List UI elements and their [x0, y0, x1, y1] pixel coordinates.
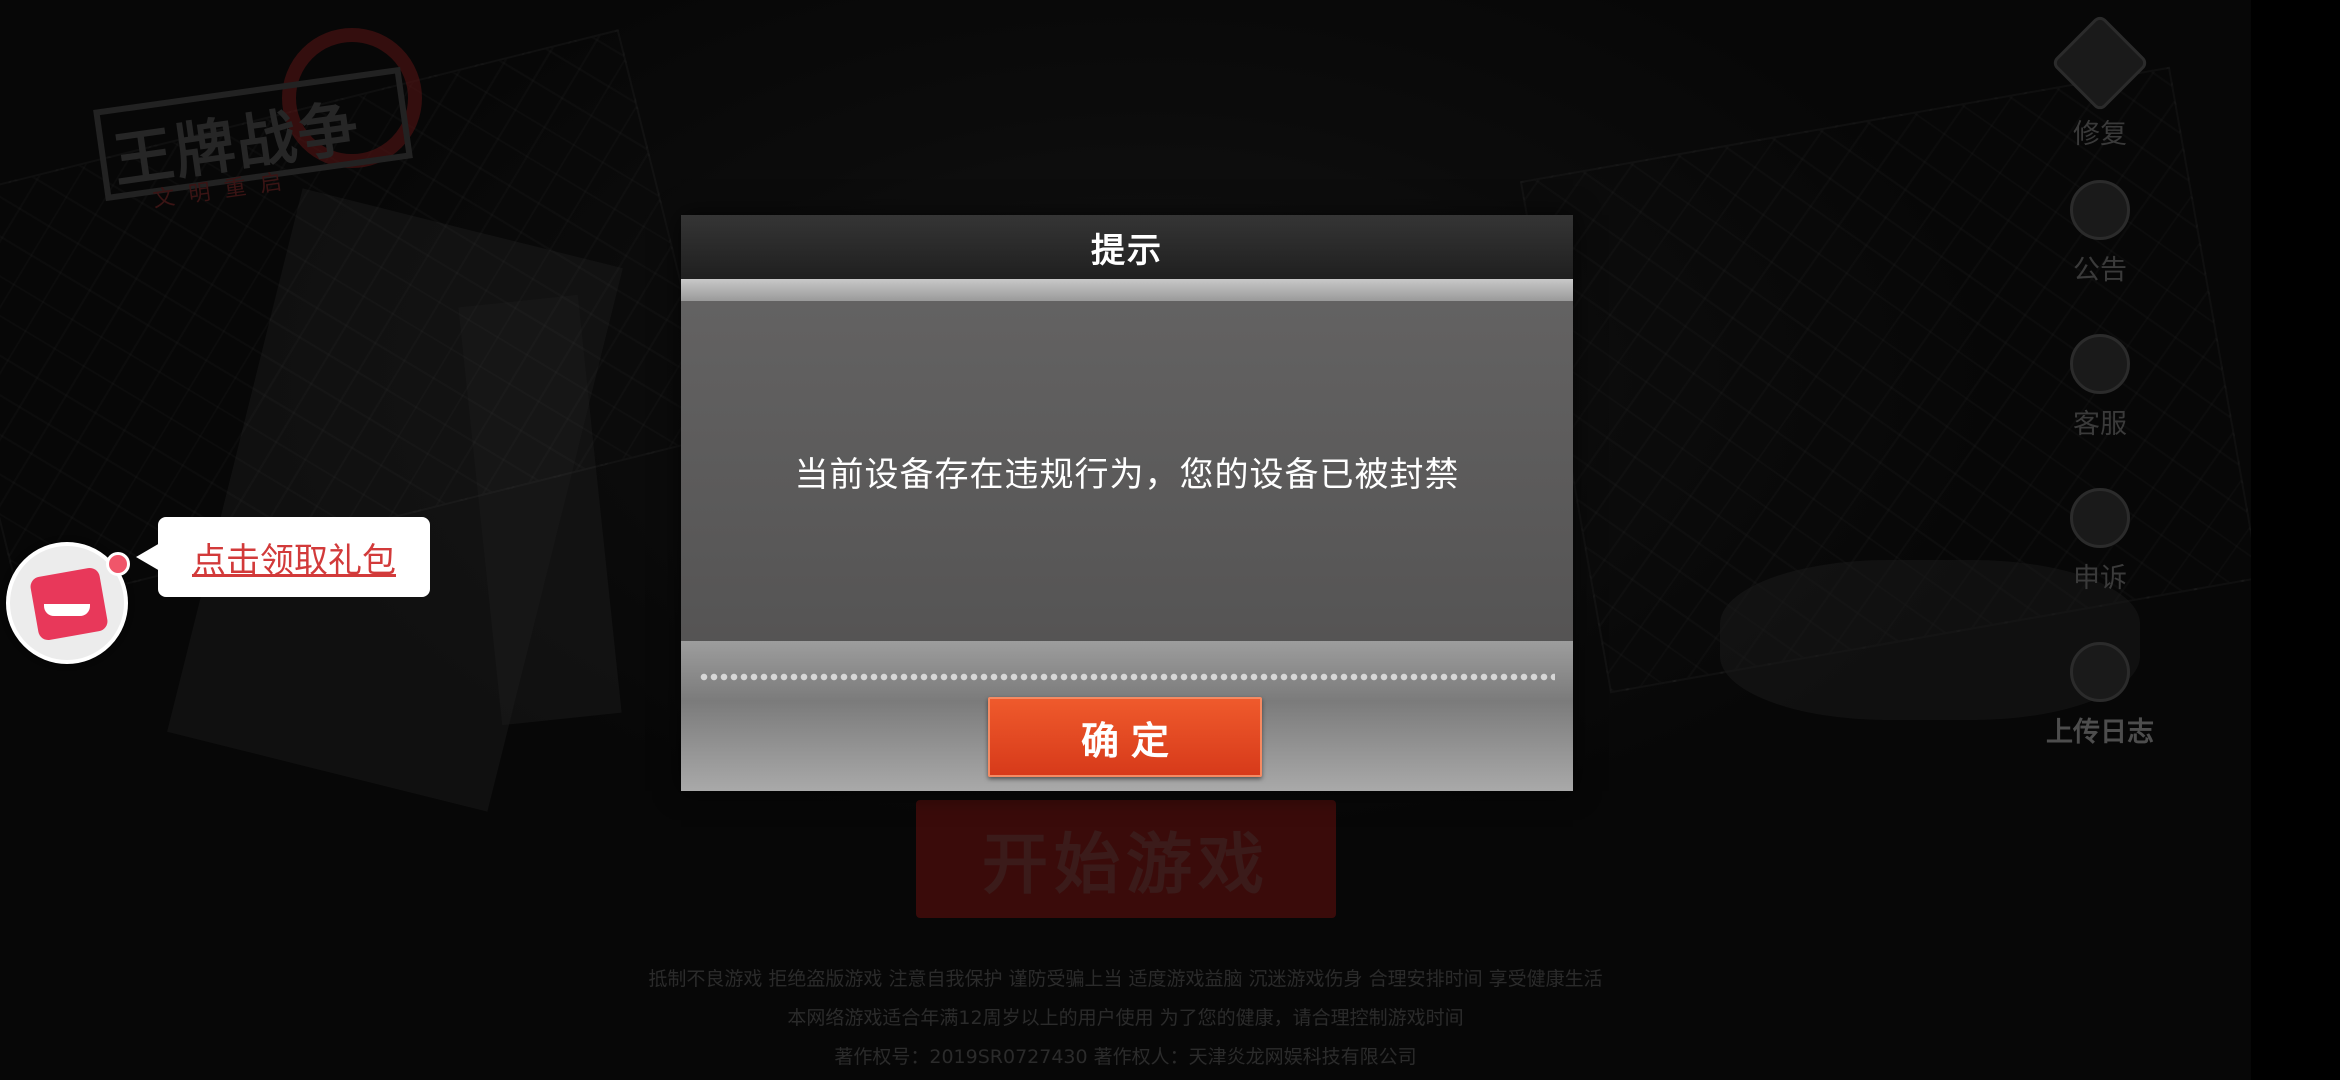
- footer-age-notice: 本网络游戏适合年满12周岁以上的用户使用 为了您的健康，请合理控制游戏时间: [787, 1007, 1464, 1029]
- gift-callout[interactable]: 点击领取礼包: [136, 517, 430, 597]
- dialog-title: 提示: [1091, 230, 1163, 271]
- notice-icon: [2070, 180, 2130, 240]
- side-label-notice: 公告: [2073, 255, 2127, 286]
- side-item-appeal[interactable]: 申诉: [2040, 488, 2160, 595]
- gift-claim-link[interactable]: 点击领取礼包: [192, 533, 396, 582]
- dotted-divider: [699, 673, 1555, 681]
- side-item-customer-service[interactable]: 客服: [2040, 334, 2160, 441]
- dialog-header: 提示: [681, 215, 1573, 279]
- gift-mascot-teeth: [44, 604, 90, 616]
- side-label-appeal: 申诉: [2073, 563, 2127, 594]
- side-label-customer-service: 客服: [2073, 409, 2127, 440]
- headset-icon: [2070, 488, 2130, 548]
- game-logo: 王牌战争 文明重启: [92, 28, 442, 213]
- gear-icon: [2050, 13, 2150, 113]
- confirm-button-label: 确定: [1080, 718, 1181, 763]
- side-label-upload-log: 上传日志: [2046, 717, 2154, 748]
- side-label-repair: 修复: [2073, 119, 2127, 150]
- dialog-message: 当前设备存在违规行为，您的设备已被封禁: [794, 454, 1460, 495]
- screen: 王牌战争 文明重启 修复 公告 客服 申诉 上传日志 开始游戏 抵制不良游戏 拒…: [0, 0, 2340, 1080]
- side-item-notice[interactable]: 公告: [2040, 180, 2160, 287]
- confirm-button[interactable]: 确定: [988, 697, 1262, 777]
- ban-notice-dialog: 提示 当前设备存在违规行为，您的设备已被封禁 确定: [681, 215, 1573, 791]
- start-game-label: 开始游戏: [982, 826, 1270, 903]
- headset-icon: [2070, 334, 2130, 394]
- upload-icon: [2070, 642, 2130, 702]
- start-game-button[interactable]: 开始游戏: [916, 800, 1336, 918]
- notification-dot: [106, 552, 130, 576]
- dialog-body: 当前设备存在违规行为，您的设备已被封禁: [681, 301, 1573, 641]
- dialog-divider: [681, 279, 1573, 301]
- side-item-repair[interactable]: 修复: [2040, 13, 2160, 151]
- footer-health-advice: 抵制不良游戏 拒绝盗版游戏 注意自我保护 谨防受骗上当 适度游戏益脑 沉迷游戏伤…: [648, 968, 1603, 990]
- side-item-upload-log[interactable]: 上传日志: [2040, 642, 2160, 749]
- footer-copyright: 著作权号：2019SR0727430 著作权人：天津炎龙网娱科技有限公司: [834, 1046, 1417, 1068]
- dialog-footer: 确定: [681, 641, 1573, 791]
